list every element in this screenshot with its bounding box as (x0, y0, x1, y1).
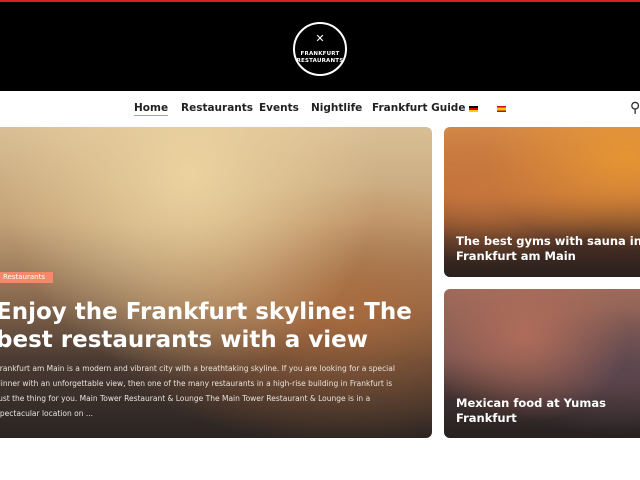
featured-post-excerpt: Frankfurt am Main is a modern and vibran… (0, 364, 395, 418)
main-navigation: Home Restaurants Events Nightlife Frankf… (0, 91, 640, 127)
site-header: ✕ FRANKFURT RESTAURANTS (0, 0, 640, 91)
site-logo[interactable]: ✕ FRANKFURT RESTAURANTS (293, 22, 347, 76)
german-flag-icon[interactable] (469, 106, 478, 112)
category-badge[interactable]: Restaurants (0, 272, 53, 283)
search-icon[interactable]: ⚲ (630, 100, 640, 116)
side-post-card-mexican[interactable]: Mexican food at Yumas Frankfurt (444, 289, 640, 438)
nav-item-nightlife[interactable]: Nightlife (311, 102, 362, 115)
nav-item-events[interactable]: Events (259, 102, 299, 115)
side-post-title[interactable]: Mexican food at Yumas Frankfurt (456, 396, 640, 426)
nav-item-restaurants[interactable]: Restaurants (181, 102, 253, 115)
nav-item-home[interactable]: Home (134, 102, 169, 116)
featured-post-card[interactable]: Restaurants Enjoy the Frankfurt skyline:… (0, 127, 432, 438)
side-post-card-gyms[interactable]: The best gyms with sauna in Frankfurt am… (444, 127, 640, 277)
nav-item-frankfurt-guide[interactable]: Frankfurt Guide (372, 102, 465, 115)
featured-post-title[interactable]: Enjoy the Frankfurt skyline: The best re… (0, 298, 416, 354)
side-post-title[interactable]: The best gyms with sauna in Frankfurt am… (456, 234, 640, 264)
spanish-flag-icon[interactable] (497, 106, 506, 112)
logo-text-line1: FRANKFURT (300, 51, 340, 57)
logo-text-line2: RESTAURANTS (296, 58, 344, 64)
cutlery-icon: ✕ (315, 32, 325, 45)
